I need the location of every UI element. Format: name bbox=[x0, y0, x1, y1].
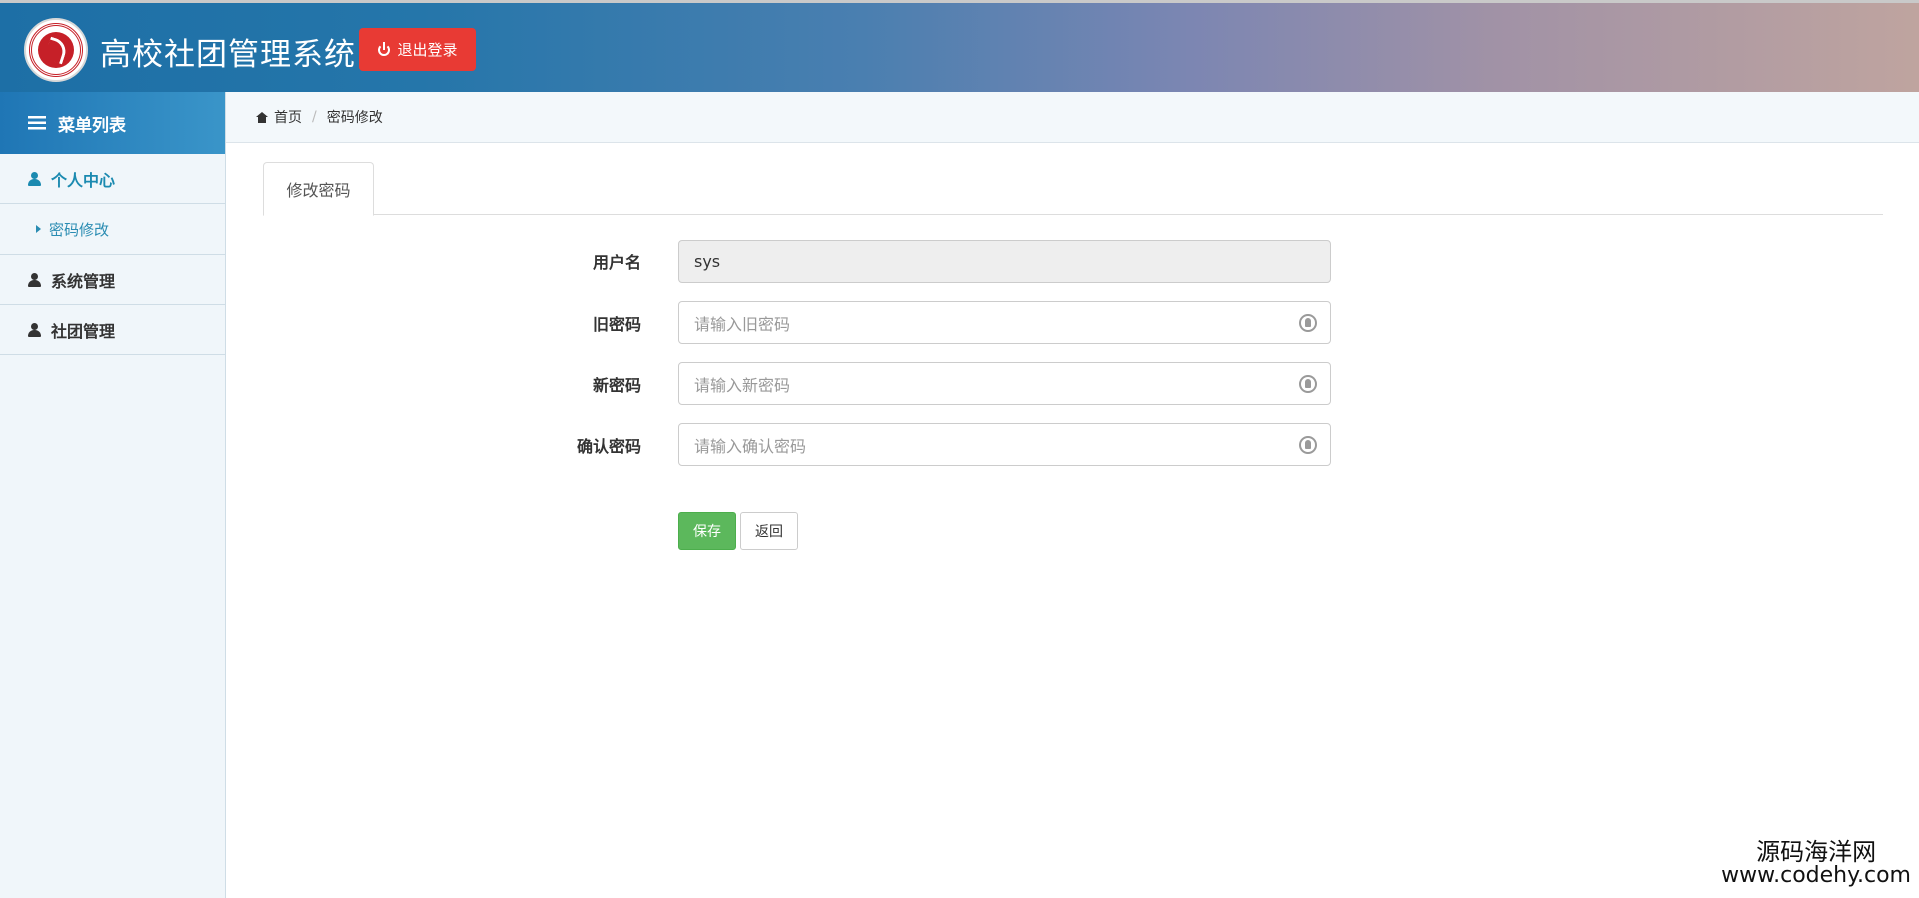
sidebar-item-label: 个人中心 bbox=[51, 170, 116, 190]
user-icon bbox=[28, 272, 41, 287]
watermark-line2: www.codehy.com bbox=[1721, 863, 1911, 888]
password-key-icon[interactable] bbox=[1299, 314, 1317, 332]
sidebar-item-system-management[interactable]: 系统管理 bbox=[0, 255, 225, 305]
username-label: 用户名 bbox=[592, 253, 641, 272]
old-password-input[interactable]: 请输入旧密码 bbox=[678, 301, 1331, 344]
power-icon bbox=[377, 41, 391, 57]
new-password-input[interactable]: 请输入新密码 bbox=[678, 362, 1331, 405]
sidebar-item-label: 社团管理 bbox=[51, 321, 116, 341]
logout-label: 退出登录 bbox=[397, 41, 458, 59]
watermark-line1: 源码海洋网 bbox=[1756, 838, 1877, 866]
confirm-password-input[interactable]: 请输入确认密码 bbox=[678, 423, 1331, 466]
sidebar-item-personal-center[interactable]: 个人中心 bbox=[0, 154, 225, 204]
username-field: sys bbox=[678, 240, 1331, 283]
new-password-label: 新密码 bbox=[592, 376, 641, 395]
tab-change-password[interactable]: 修改密码 bbox=[263, 162, 374, 216]
sidebar-item-label: 系统管理 bbox=[51, 271, 116, 291]
password-key-icon[interactable] bbox=[1299, 436, 1317, 454]
confirm-password-placeholder: 请输入确认密码 bbox=[694, 436, 807, 456]
sidebar-title: 菜单列表 bbox=[58, 115, 126, 136]
sidebar-header: 菜单列表 bbox=[0, 92, 225, 154]
sidebar-subitem-label: 密码修改 bbox=[49, 220, 110, 239]
username-value: sys bbox=[694, 252, 721, 271]
home-icon bbox=[256, 111, 268, 123]
tab-bar: 修改密码 bbox=[263, 160, 1883, 216]
back-button[interactable]: 返回 bbox=[740, 512, 798, 550]
breadcrumb-separator: / bbox=[312, 109, 317, 125]
logout-button[interactable]: 退出登录 bbox=[359, 28, 476, 71]
old-password-label: 旧密码 bbox=[592, 315, 641, 334]
sidebar-subitem-change-password[interactable]: 密码修改 bbox=[0, 204, 225, 255]
watermark: 源码海洋网 www.codehy.com bbox=[1721, 840, 1911, 888]
breadcrumb-current: 密码修改 bbox=[326, 110, 383, 126]
new-password-placeholder: 请输入新密码 bbox=[694, 375, 791, 395]
breadcrumb: 首页 / 密码修改 bbox=[226, 92, 1919, 143]
sidebar-item-club-management[interactable]: 社团管理 bbox=[0, 305, 225, 355]
old-password-placeholder: 请输入旧密码 bbox=[694, 314, 791, 334]
school-emblem-icon bbox=[24, 18, 88, 82]
app-title: 高校社团管理系统 bbox=[100, 37, 356, 73]
top-header: 高校社团管理系统 退出登录 bbox=[0, 0, 1919, 92]
breadcrumb-home[interactable]: 首页 bbox=[274, 107, 302, 127]
sidebar: 菜单列表 个人中心 密码修改 系统管理 社团管理 bbox=[0, 92, 226, 898]
confirm-password-label: 确认密码 bbox=[576, 437, 641, 456]
user-icon bbox=[28, 322, 41, 337]
list-icon bbox=[28, 116, 46, 130]
caret-right-icon bbox=[36, 225, 41, 233]
password-key-icon[interactable] bbox=[1299, 375, 1317, 393]
save-button[interactable]: 保存 bbox=[678, 512, 736, 550]
user-icon bbox=[28, 171, 41, 186]
